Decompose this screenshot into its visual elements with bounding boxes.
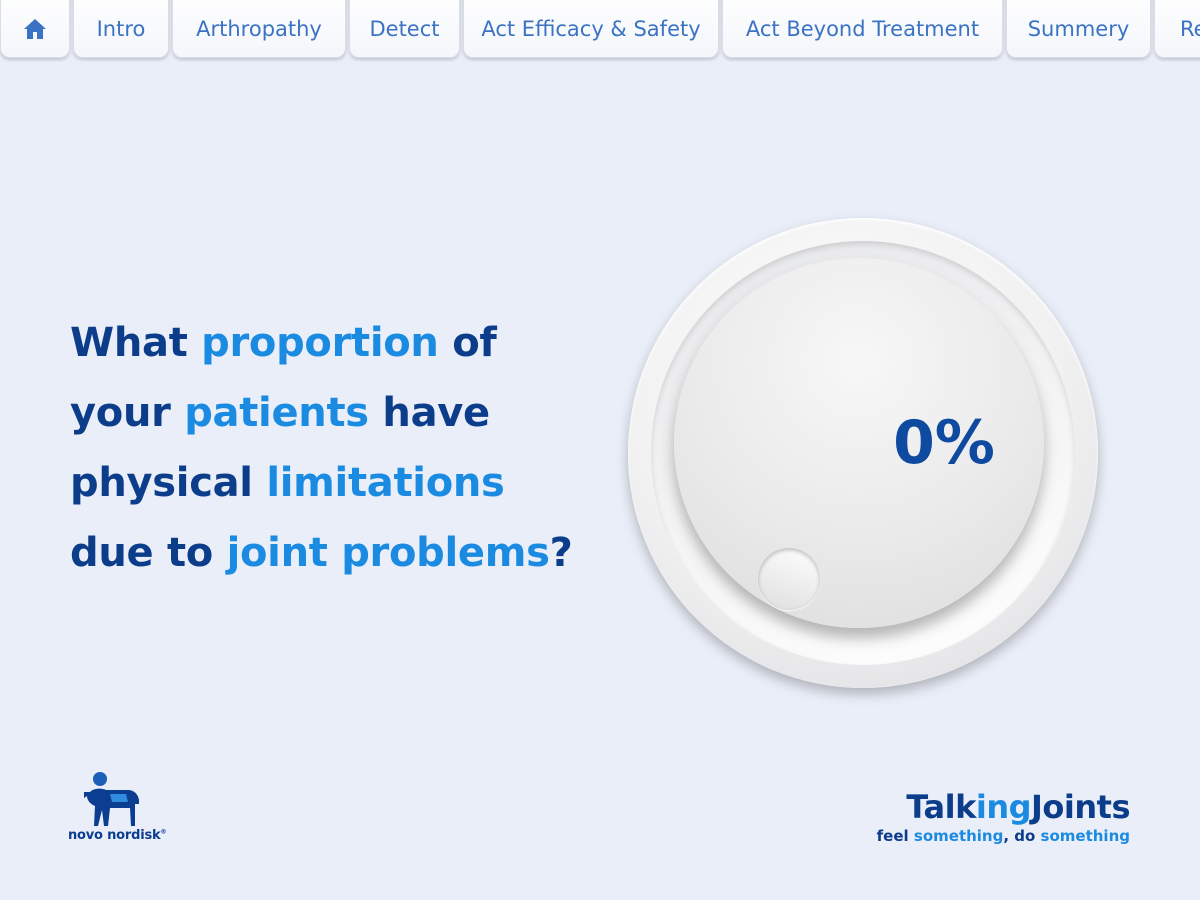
- novo-nordisk-text: novo nordisk®: [68, 828, 166, 843]
- question-word: your: [70, 390, 185, 436]
- novo-nordisk-name: novo nordisk: [68, 828, 161, 843]
- logo-word: Talk: [906, 788, 976, 826]
- registered-mark: ®: [160, 828, 167, 836]
- percentage-dial[interactable]: 0%: [628, 218, 1098, 688]
- question-highlight: patients: [184, 390, 369, 436]
- question-highlight: limitations: [266, 460, 505, 506]
- talking-joints-title: TalkingJoints: [877, 788, 1130, 826]
- home-icon: [24, 19, 46, 39]
- question-line: your patients have: [70, 378, 590, 448]
- question-line: due to joint problems?: [70, 518, 590, 588]
- dial-handle[interactable]: [758, 548, 820, 610]
- question-line: What proportion of: [70, 308, 590, 378]
- tab-arthropathy[interactable]: Arthropathy: [172, 0, 346, 58]
- question-word: of: [438, 320, 497, 366]
- tagline-highlight: something: [913, 827, 1004, 845]
- question-highlight: joint problems: [226, 530, 550, 576]
- tab-detect[interactable]: Detect: [349, 0, 460, 58]
- talking-joints-tagline: feel something, do something: [877, 826, 1130, 846]
- tab-summery[interactable]: Summery: [1006, 0, 1151, 58]
- dial-knob[interactable]: 0%: [674, 258, 1044, 628]
- question-line: physical limitations: [70, 448, 590, 518]
- question-word: physical: [70, 460, 267, 506]
- bull-icon: [84, 772, 139, 826]
- logo-word: Joints: [1031, 788, 1130, 826]
- question-text: What proportion of your patients have ph…: [70, 308, 590, 588]
- tagline-word: feel: [876, 827, 914, 845]
- question-highlight: proportion: [201, 320, 439, 366]
- question-word: ?: [549, 530, 573, 576]
- tagline-highlight: something: [1040, 827, 1130, 845]
- top-navigation: Intro Arthropathy Detect Act Efficacy & …: [0, 0, 1200, 62]
- tab-act-efficacy-safety[interactable]: Act Efficacy & Safety: [463, 0, 719, 58]
- question-word: What: [70, 320, 202, 366]
- tab-intro[interactable]: Intro: [73, 0, 169, 58]
- tagline-word: , do: [1003, 827, 1041, 845]
- novo-nordisk-logo: novo nordisk®: [68, 770, 178, 850]
- question-word: have: [368, 390, 490, 436]
- dial-value: 0%: [893, 408, 995, 478]
- question-word: due to: [70, 530, 227, 576]
- tab-re[interactable]: Re: [1154, 0, 1200, 58]
- logo-highlight: ing: [975, 788, 1032, 826]
- tab-act-beyond-treatment[interactable]: Act Beyond Treatment: [722, 0, 1003, 58]
- home-tab[interactable]: [0, 0, 70, 58]
- talking-joints-logo: TalkingJoints feel something, do somethi…: [877, 788, 1131, 846]
